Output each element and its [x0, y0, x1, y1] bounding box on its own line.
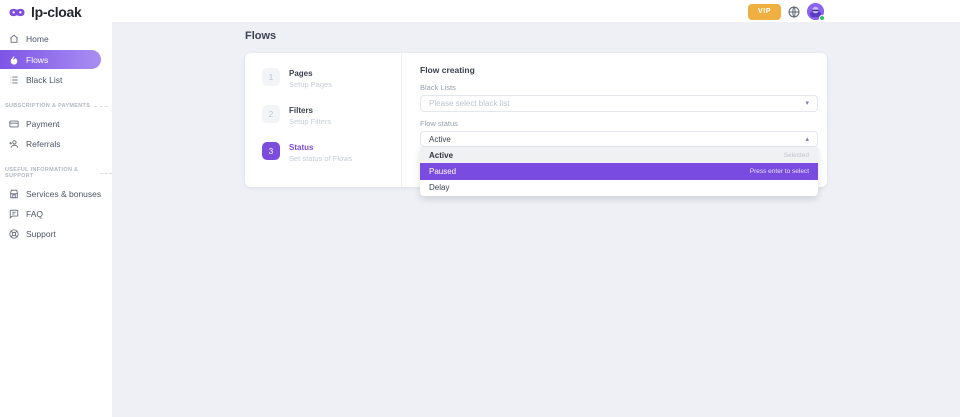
sidebar-item-label: Home — [26, 34, 49, 44]
wizard-steps: 1 Pages Setup Pages 2 Filters Setup Filt… — [245, 53, 402, 187]
wizard-step-filters[interactable]: 2 Filters Setup Filters — [262, 105, 401, 126]
sidebar-section-subscription-payments: SUBSCRIPTION & PAYMENTS — [0, 103, 112, 109]
credit-card-icon — [9, 119, 19, 129]
flow-status-value: Active — [429, 135, 451, 144]
step-subtitle: Setup Pages — [289, 80, 332, 89]
flows-icon — [9, 55, 19, 65]
section-divider — [100, 173, 112, 174]
flow-status-label: Flow status — [420, 119, 818, 128]
step-subtitle: Set status of Flows — [289, 154, 352, 163]
flow-creating-card: 1 Pages Setup Pages 2 Filters Setup Filt… — [245, 53, 827, 187]
sidebar-item-black-list[interactable]: Black List — [0, 70, 112, 90]
chevron-down-icon: ▾ — [805, 100, 809, 107]
step-title: Status — [289, 143, 352, 152]
step-text: Filters Setup Filters — [289, 105, 331, 126]
flow-status-options: Active Selected Paused Press enter to se… — [420, 147, 818, 196]
sidebar-item-label: Support — [26, 229, 56, 239]
flow-creating-form: Flow creating Black Lists ▾ Flow status … — [402, 53, 827, 187]
step-title: Pages — [289, 69, 332, 78]
sidebar-section-useful-info-support: USEFUL INFORMATION & SUPPORT — [0, 167, 112, 179]
chevron-up-icon: ▴ — [805, 136, 809, 143]
brand-logo[interactable]: lp-cloak — [0, 0, 112, 20]
topbar: VIP — [0, 0, 960, 22]
section-title-label: SUBSCRIPTION & PAYMENTS — [5, 103, 90, 109]
option-delay[interactable]: Delay — [420, 180, 818, 196]
sidebar-item-flows[interactable]: Flows — [0, 50, 101, 69]
option-paused[interactable]: Paused Press enter to select — [420, 163, 818, 179]
sidebar-item-label: Flows — [26, 55, 48, 65]
section-title-label: USEFUL INFORMATION & SUPPORT — [5, 167, 96, 179]
black-lists-select[interactable]: ▾ — [420, 95, 818, 112]
topbar-actions: VIP — [748, 3, 824, 20]
avatar[interactable] — [807, 3, 824, 20]
sidebar: lp-cloak Home Flows Black List SUBSCRIPT… — [0, 0, 112, 417]
form-title: Flow creating — [420, 65, 818, 75]
sidebar-item-home[interactable]: Home — [0, 29, 112, 49]
add-user-icon — [9, 139, 19, 149]
step-title: Filters — [289, 106, 331, 115]
sidebar-item-services-bonuses[interactable]: Services & bonuses — [0, 184, 112, 204]
page-title: Flows — [245, 30, 960, 42]
step-number: 2 — [262, 105, 280, 123]
sidebar-item-faq[interactable]: FAQ — [0, 204, 112, 224]
option-active[interactable]: Active Selected — [420, 147, 818, 163]
wizard-step-status[interactable]: 3 Status Set status of Flows — [262, 142, 401, 163]
step-subtitle: Setup Filters — [289, 117, 331, 126]
vip-button[interactable]: VIP — [748, 4, 781, 20]
section-divider — [94, 106, 108, 107]
brand-name: lp-cloak — [31, 4, 82, 20]
chat-bubble-icon — [9, 209, 19, 219]
step-number: 1 — [262, 68, 280, 86]
online-status-dot — [819, 15, 825, 21]
sidebar-item-label: Services & bonuses — [26, 189, 101, 199]
option-hint: Selected — [784, 152, 809, 159]
sidebar-item-label: FAQ — [26, 209, 43, 219]
flow-status-select[interactable]: Active ▴ — [420, 131, 818, 147]
option-hint: Press enter to select — [750, 168, 809, 175]
option-label: Delay — [429, 183, 449, 192]
black-lists-input[interactable] — [429, 99, 805, 108]
step-text: Status Set status of Flows — [289, 142, 352, 163]
wizard-step-pages[interactable]: 1 Pages Setup Pages — [262, 68, 401, 89]
storefront-icon — [9, 189, 19, 199]
sidebar-nav: Home Flows Black List SUBSCRIPTION & PAY… — [0, 29, 112, 244]
home-icon — [9, 34, 19, 44]
brand-mask-icon — [8, 7, 26, 18]
sidebar-item-label: Payment — [26, 119, 60, 129]
sidebar-item-referrals[interactable]: Referrals — [0, 134, 112, 154]
option-label: Active — [429, 151, 453, 160]
sidebar-item-payment[interactable]: Payment — [0, 114, 112, 134]
list-icon — [9, 75, 19, 85]
globe-icon[interactable] — [788, 6, 800, 18]
sidebar-item-label: Black List — [26, 75, 62, 85]
main-content: Flows 1 Pages Setup Pages 2 Filters Setu… — [112, 22, 960, 417]
option-label: Paused — [429, 167, 456, 176]
step-text: Pages Setup Pages — [289, 68, 332, 89]
flow-status-field: Active ▴ Active Selected Paused Press en… — [420, 131, 818, 147]
sidebar-item-support[interactable]: Support — [0, 224, 112, 244]
step-number: 3 — [262, 142, 280, 160]
sidebar-item-label: Referrals — [26, 139, 60, 149]
black-lists-label: Black Lists — [420, 83, 818, 92]
life-buoy-icon — [9, 229, 19, 239]
